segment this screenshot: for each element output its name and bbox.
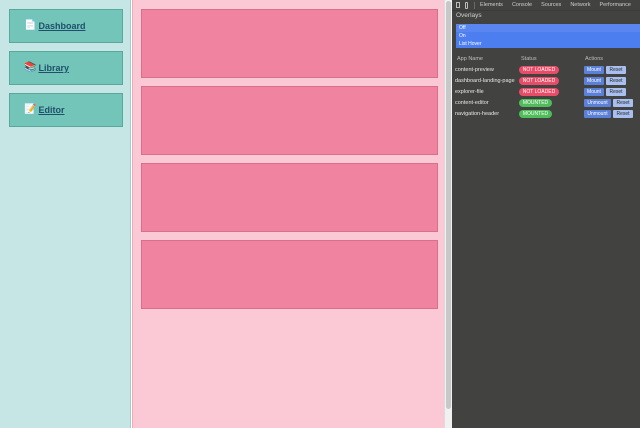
sidebar-item-editor[interactable]: 📝 Editor — [9, 93, 123, 127]
devtools-panel: Elements Console Sources Network Perform… — [452, 0, 640, 428]
app-name: content-editor — [455, 100, 489, 106]
overlays-title: Overlays — [456, 12, 482, 19]
overlay-option-on[interactable]: On — [456, 32, 640, 40]
app-name: content-preview — [455, 67, 494, 73]
main-content — [132, 0, 444, 428]
app-row: dashboard-landing-page NOT LOADED Mount … — [452, 77, 640, 87]
reset-button[interactable]: Reset — [606, 77, 626, 85]
sidebar-item-label: Editor — [38, 105, 65, 115]
sidebar-item-label: Library — [38, 63, 69, 73]
reset-button[interactable]: Reset — [606, 88, 626, 96]
sidebar-item-library[interactable]: 📚 Library — [9, 51, 123, 85]
tab-console[interactable]: Console — [512, 2, 532, 8]
app-name: dashboard-landing-page — [455, 78, 515, 84]
reset-button[interactable]: Reset — [613, 110, 633, 118]
reset-button[interactable]: Reset — [606, 66, 626, 74]
column-header-app-name: App Name — [457, 56, 483, 62]
app-row: navigation-header MOUNTED Unmount Reset — [452, 110, 640, 120]
column-header-actions: Actions — [585, 56, 604, 62]
page-scrollbar[interactable] — [444, 0, 452, 428]
app-row: content-preview NOT LOADED Mount Reset — [452, 66, 640, 76]
app-name: explorer-file — [455, 89, 484, 95]
content-panel — [141, 240, 438, 309]
unmount-button[interactable]: Unmount — [584, 110, 611, 118]
column-header-status: Status — [521, 56, 537, 62]
scroll-thumb[interactable] — [446, 1, 451, 409]
tab-elements[interactable]: Elements — [480, 2, 503, 8]
status-badge: NOT LOADED — [519, 66, 559, 74]
overlay-option-off[interactable]: Off — [456, 24, 640, 32]
status-badge: MOUNTED — [519, 99, 552, 107]
overlay-option-list-hover[interactable]: List Hover — [456, 40, 640, 48]
mount-button[interactable]: Mount — [584, 77, 604, 85]
mount-button[interactable]: Mount — [584, 66, 604, 74]
tab-performance[interactable]: Performance — [599, 2, 631, 8]
unmount-button[interactable]: Unmount — [584, 99, 611, 107]
device-toolbar-icon[interactable] — [464, 1, 468, 9]
app-row: content-editor MOUNTED Unmount Reset — [452, 99, 640, 109]
content-panel — [141, 9, 438, 78]
reset-button[interactable]: Reset — [613, 99, 633, 107]
mount-button[interactable]: Mount — [584, 88, 604, 96]
sidebar-item-dashboard[interactable]: 📄 Dashboard — [9, 9, 123, 43]
tab-network[interactable]: Network — [570, 2, 590, 8]
status-badge: NOT LOADED — [519, 88, 559, 96]
status-badge: MOUNTED — [519, 110, 552, 118]
books-icon: 📚 — [24, 62, 37, 73]
status-badge: NOT LOADED — [519, 77, 559, 85]
sidebar-item-label: Dashboard — [38, 21, 86, 31]
document-icon: 📄 — [24, 20, 37, 31]
inspect-element-icon[interactable] — [456, 2, 460, 8]
tab-sources[interactable]: Sources — [541, 2, 561, 8]
app-name: navigation-header — [455, 111, 500, 117]
content-panel — [141, 163, 438, 232]
content-panel — [141, 86, 438, 155]
app-row: explorer-file NOT LOADED Mount Reset — [452, 88, 640, 98]
sidebar: 📄 Dashboard 📚 Library 📝 Editor — [0, 0, 131, 428]
memo-icon: 📝 — [24, 104, 37, 115]
devtools-toolbar: Elements Console Sources Network Perform… — [452, 0, 640, 11]
